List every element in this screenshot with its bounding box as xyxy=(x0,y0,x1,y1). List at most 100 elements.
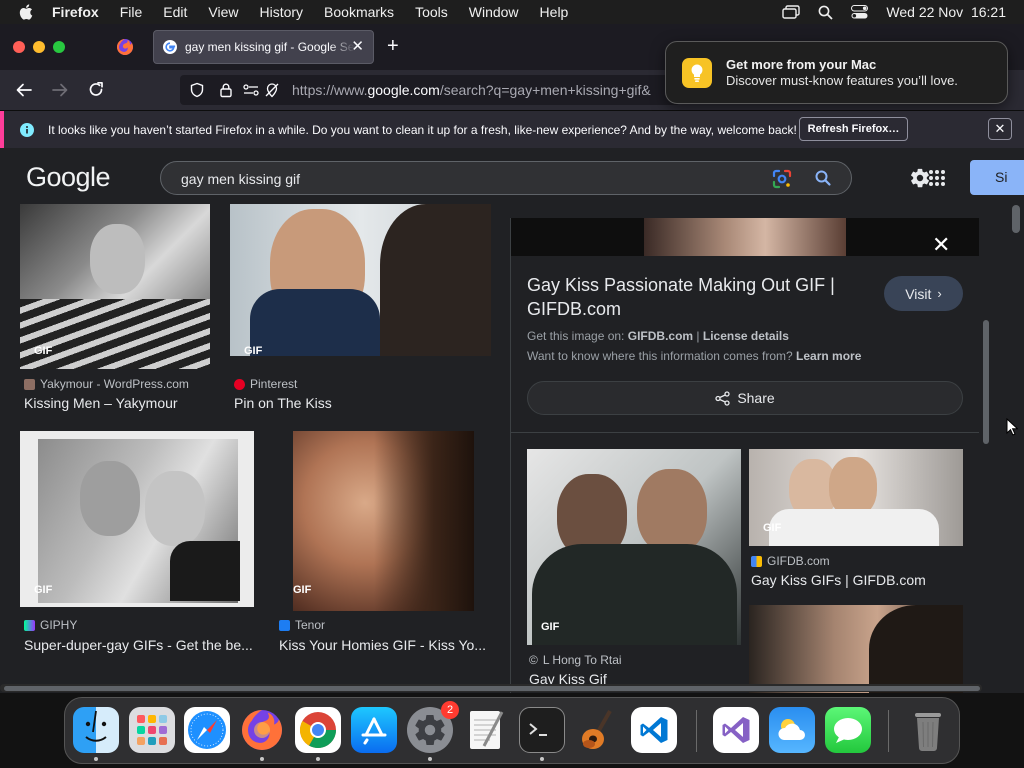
dock: 2 xyxy=(64,697,960,764)
url-bar[interactable]: https://www.google.com/search?q=gay+men+… xyxy=(180,75,680,105)
image-results-grid: GIF Yakymour - WordPress.com Kissing Men… xyxy=(0,204,510,693)
window-zoom-button[interactable] xyxy=(53,41,65,53)
window-minimize-button[interactable] xyxy=(33,41,45,53)
window-close-button[interactable] xyxy=(13,41,25,53)
menu-tools[interactable]: Tools xyxy=(415,4,448,20)
safari-icon[interactable] xyxy=(184,707,230,753)
license-details-link[interactable]: License details xyxy=(703,329,789,343)
reload-icon[interactable] xyxy=(86,80,106,100)
share-icon xyxy=(715,390,730,406)
garageband-icon[interactable] xyxy=(575,707,621,753)
firefox-pinned-tab-icon[interactable] xyxy=(116,38,134,56)
result-image[interactable]: GIF xyxy=(20,204,210,369)
dock-running-indicator xyxy=(94,757,98,761)
preview-image[interactable] xyxy=(511,218,979,256)
learn-more-link[interactable]: Learn more xyxy=(796,349,861,363)
menu-bar: Firefox File Edit View History Bookmarks… xyxy=(0,0,1024,24)
result-source[interactable]: Tenor xyxy=(279,618,325,632)
horizontal-scrollbar-thumb[interactable] xyxy=(4,686,980,691)
control-center-icon[interactable] xyxy=(851,5,869,19)
visit-button[interactable]: Visit › xyxy=(884,276,963,311)
weather-icon[interactable] xyxy=(769,707,815,753)
menu-clock[interactable]: Wed 22 Nov 16:21 xyxy=(886,4,1006,20)
menu-app-name[interactable]: Firefox xyxy=(52,4,99,20)
favicon-icon xyxy=(24,378,35,390)
google-lens-icon[interactable] xyxy=(771,168,793,190)
mouse-cursor-icon xyxy=(1006,418,1018,436)
menu-history[interactable]: History xyxy=(259,4,303,20)
result-image[interactable]: GIF xyxy=(20,431,254,607)
image-source-link[interactable]: GIFDB.com xyxy=(628,329,693,343)
result-image[interactable]: GIF xyxy=(230,204,491,356)
info-source-line: Want to know where this information come… xyxy=(527,349,862,363)
result-title[interactable]: Pin on The Kiss xyxy=(234,395,332,411)
dock-separator xyxy=(888,710,889,752)
google-logo[interactable]: Google xyxy=(26,162,111,193)
related-image[interactable] xyxy=(749,605,963,693)
chrome-icon[interactable] xyxy=(295,707,341,753)
launchpad-icon[interactable] xyxy=(129,707,175,753)
result-title[interactable]: Kissing Men – Yakymour xyxy=(24,395,178,411)
menu-bookmarks[interactable]: Bookmarks xyxy=(324,4,394,20)
menu-window[interactable]: Window xyxy=(469,4,519,20)
panel-divider xyxy=(511,432,979,433)
infobar-close-icon[interactable]: ✕ xyxy=(988,118,1012,140)
panel-title[interactable]: Gay Kiss Passionate Making Out GIF | GIF… xyxy=(527,273,867,321)
pinterest-favicon-icon xyxy=(234,378,245,390)
result-title[interactable]: Kiss Your Homies GIF - Kiss Yo... xyxy=(279,637,486,653)
trash-icon[interactable] xyxy=(905,707,951,753)
panel-scrollbar-thumb[interactable] xyxy=(983,320,989,444)
new-tab-icon[interactable]: + xyxy=(387,36,399,56)
messages-icon[interactable] xyxy=(825,707,871,753)
tab-close-icon[interactable]: ✕ xyxy=(351,39,364,55)
search-icon[interactable] xyxy=(814,169,832,187)
textedit-icon[interactable] xyxy=(463,707,509,753)
tab-title: gay men kissing gif - Google Search xyxy=(185,40,355,54)
dock-running-indicator xyxy=(540,757,544,761)
tab-active[interactable]: gay men kissing gif - Google Search ✕ xyxy=(153,30,374,64)
lock-icon[interactable] xyxy=(218,82,234,98)
search-box[interactable]: gay men kissing gif xyxy=(160,161,852,195)
url-text[interactable]: https://www.google.com/search?q=gay+men+… xyxy=(292,82,651,98)
refresh-firefox-button[interactable]: Refresh Firefox… xyxy=(799,117,908,141)
result-source[interactable]: GIPHY xyxy=(24,618,77,632)
dock-running-indicator xyxy=(316,757,320,761)
apple-icon[interactable] xyxy=(18,3,36,21)
location-blocked-icon[interactable] xyxy=(264,82,280,98)
related-image[interactable]: GIF xyxy=(527,449,741,645)
menu-view[interactable]: View xyxy=(208,4,238,20)
screen-mirroring-icon[interactable] xyxy=(782,5,801,19)
related-source[interactable]: © L Hong To Rtai xyxy=(529,653,622,667)
google-apps-icon[interactable] xyxy=(928,169,946,187)
menu-help[interactable]: Help xyxy=(540,4,569,20)
terminal-icon[interactable] xyxy=(519,707,565,753)
result-image[interactable]: GIF xyxy=(279,431,491,611)
chevron-right-icon: › xyxy=(937,286,942,301)
system-settings-icon[interactable]: 2 xyxy=(407,701,459,753)
vscode-icon[interactable] xyxy=(631,707,677,753)
share-button[interactable]: Share xyxy=(527,381,963,415)
sign-in-button[interactable]: Si xyxy=(970,160,1024,195)
panel-close-icon[interactable]: ✕ xyxy=(932,234,950,256)
back-arrow-icon[interactable] xyxy=(14,80,34,100)
permissions-icon[interactable] xyxy=(242,82,262,98)
related-image[interactable]: GIF xyxy=(749,449,963,546)
page-scrollbar-thumb[interactable] xyxy=(1012,205,1020,233)
menu-edit[interactable]: Edit xyxy=(163,4,187,20)
result-source[interactable]: Pinterest xyxy=(234,377,297,391)
menu-file[interactable]: File xyxy=(120,4,143,20)
visual-studio-icon[interactable] xyxy=(713,707,759,753)
finder-icon[interactable] xyxy=(73,707,119,753)
tracking-protection-shield-icon[interactable] xyxy=(189,82,205,98)
related-title[interactable]: Gay Kiss GIFs | GIFDB.com xyxy=(751,572,926,588)
app-store-icon[interactable] xyxy=(351,707,397,753)
gif-badge: GIF xyxy=(541,621,560,633)
forward-arrow-icon[interactable] xyxy=(50,80,70,100)
related-source[interactable]: GIFDB.com xyxy=(751,554,830,568)
result-title[interactable]: Super-duper-gay GIFs - Get the be... xyxy=(24,637,253,653)
spotlight-search-icon[interactable] xyxy=(818,5,834,20)
firefox-icon[interactable] xyxy=(239,707,285,753)
result-source[interactable]: Yakymour - WordPress.com xyxy=(24,377,189,391)
macos-notification[interactable]: Get more from your Mac Discover must-kno… xyxy=(665,41,1008,104)
search-input[interactable]: gay men kissing gif xyxy=(181,171,300,187)
